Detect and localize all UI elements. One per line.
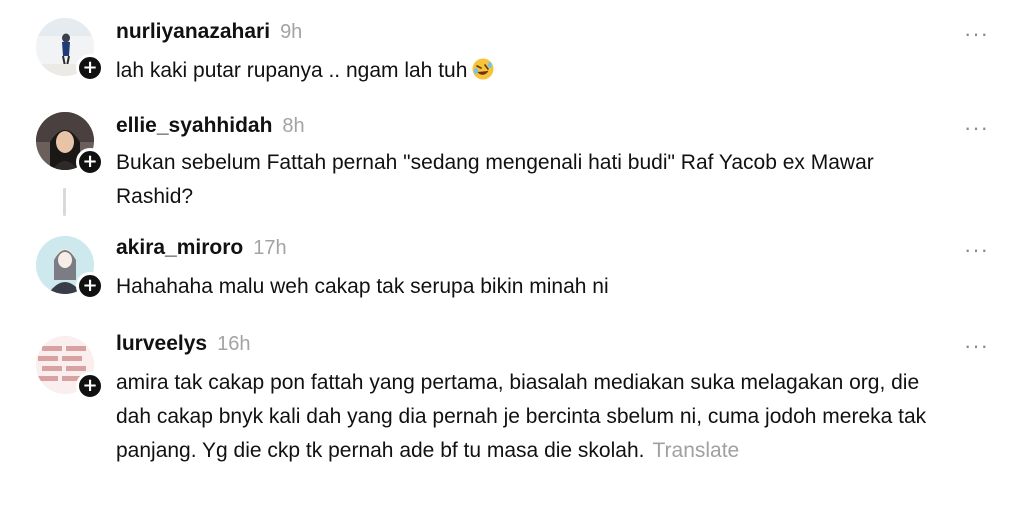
follow-plus-icon[interactable]: + [76,372,104,400]
username[interactable]: lurveelys [116,332,207,356]
comment-text-block: lah kaki putar rupanya .. ngam lah tuh [116,54,936,92]
comment-text: Bukan sebelum Fattah pernah "sedang meng… [116,151,874,208]
timestamp: 17h [253,237,287,259]
follow-plus-icon[interactable]: + [76,272,104,300]
comment-text-block: amira tak cakap pon fattah yang pertama,… [116,366,946,468]
more-options-icon[interactable]: ··· [964,335,988,360]
timestamp: 16h [217,333,251,355]
username[interactable]: ellie_syahhidah [116,114,272,138]
translate-link[interactable]: Translate [652,439,739,462]
more-options-icon[interactable]: ··· [964,117,988,142]
follow-plus-icon[interactable]: + [76,54,104,82]
timestamp: 9h [280,21,303,43]
username[interactable]: akira_miroro [116,236,243,260]
timestamp: 8h [282,115,305,137]
avatar[interactable]: + [36,18,104,82]
comment-text: amira tak cakap pon fattah yang pertama,… [116,371,927,462]
more-options-icon[interactable]: ··· [964,239,988,264]
username[interactable]: nurliyanazahari [116,20,270,44]
comment-text: lah kaki putar rupanya .. ngam lah tuh [116,59,468,82]
comment-text: Hahahaha malu weh cakap tak serupa bikin… [116,275,609,298]
rolling-on-floor-laughing-emoji-icon [471,57,495,92]
more-options-icon[interactable]: ··· [964,23,988,48]
avatar[interactable]: + [36,112,104,176]
avatar[interactable]: + [36,336,104,400]
avatar[interactable]: + [36,236,104,300]
thread-connector-line [63,188,66,216]
follow-plus-icon[interactable]: + [76,148,104,176]
